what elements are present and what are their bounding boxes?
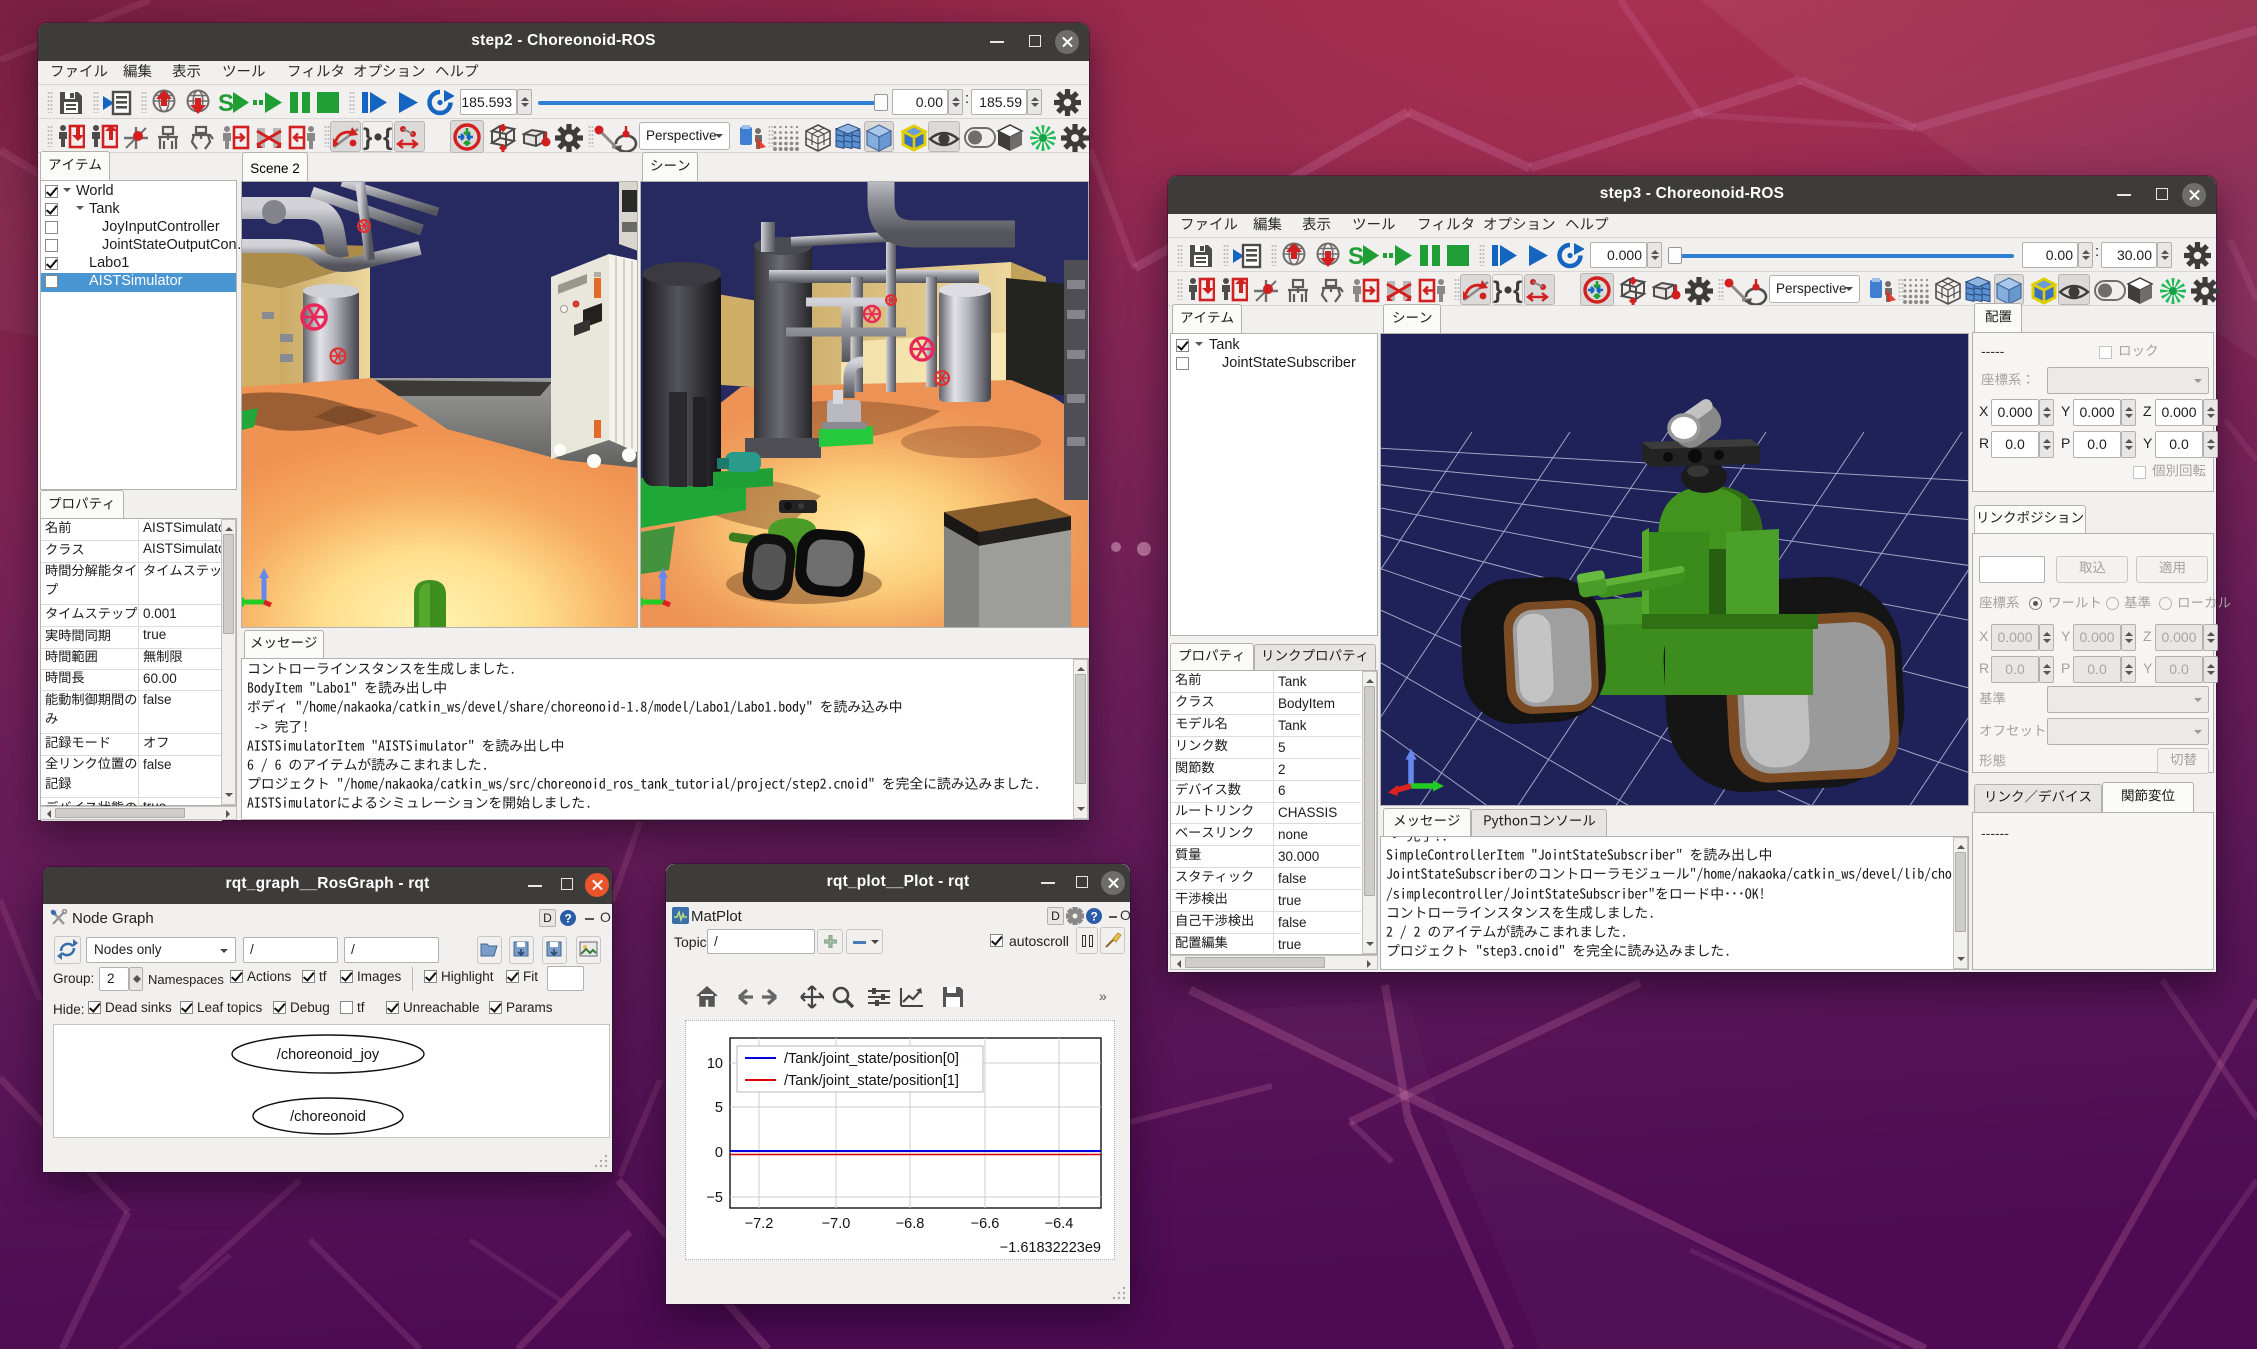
svg-text:/Tank/joint_state/position[0]: /Tank/joint_state/position[0] [784,1051,959,1067]
svg-text:−6.4: −6.4 [1045,1216,1074,1232]
svg-text:−5: −5 [706,1190,723,1206]
svg-text:?: ? [1091,910,1098,924]
svg-text:−7.0: −7.0 [822,1216,851,1232]
svg-text:S: S [218,90,234,116]
svg-text:0: 0 [715,1145,723,1161]
svg-text:?: ? [565,912,572,926]
svg-text:/Tank/joint_state/position[1]: /Tank/joint_state/position[1] [784,1073,959,1089]
svg-text:}: } [363,124,372,151]
svg-text:−1.61832223e9: −1.61832223e9 [1000,1240,1101,1256]
svg-text:{: { [383,124,392,151]
svg-text:}: } [1493,277,1502,304]
svg-text:/choreonoid: /choreonoid [290,1109,366,1125]
svg-text:{: { [1513,277,1522,304]
svg-text:−6.8: −6.8 [896,1216,925,1232]
svg-text:/choreonoid_joy: /choreonoid_joy [277,1047,380,1063]
svg-text:−7.2: −7.2 [745,1216,774,1232]
svg-text:5: 5 [715,1100,723,1116]
svg-text:−6.6: −6.6 [971,1216,1000,1232]
svg-text:S: S [1348,243,1364,269]
svg-text:10: 10 [707,1056,723,1072]
